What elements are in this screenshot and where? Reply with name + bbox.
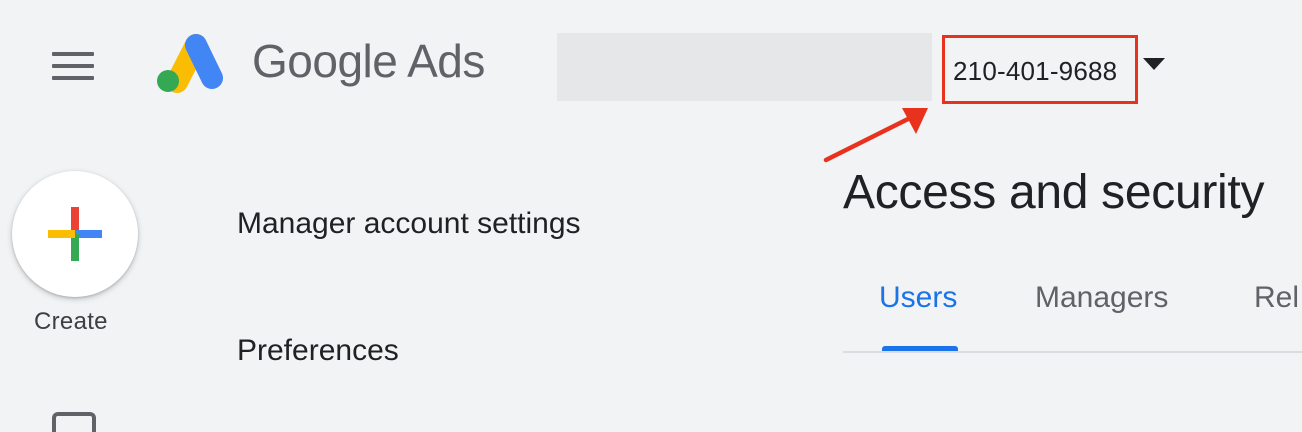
sidebar-item-preferences[interactable]: Preferences (237, 334, 399, 368)
create-label: Create (34, 308, 108, 335)
menu-bar-icon (52, 52, 94, 56)
tab-rel[interactable]: Rel (1254, 281, 1299, 315)
plus-icon (48, 207, 102, 261)
account-name-redacted (557, 33, 932, 101)
tab-managers[interactable]: Managers (1035, 281, 1168, 315)
menu-bar-icon (52, 64, 94, 68)
account-id[interactable]: 210-401-9688 (953, 56, 1117, 87)
create-button[interactable] (12, 171, 138, 297)
menu-bar-icon (52, 76, 94, 80)
brand-name: Google Ads (252, 35, 485, 87)
sidebar-nav-icon[interactable] (52, 412, 96, 432)
tab-users[interactable]: Users (879, 281, 957, 315)
page-title: Access and security (843, 166, 1265, 219)
tab-divider (843, 351, 1302, 353)
google-ads-logo-icon (154, 30, 226, 94)
sidebar-item-manager-account-settings[interactable]: Manager account settings (237, 207, 581, 241)
account-dropdown-icon[interactable] (1143, 58, 1165, 70)
main-menu-button[interactable] (52, 52, 96, 80)
annotation-arrow-icon (823, 108, 928, 163)
